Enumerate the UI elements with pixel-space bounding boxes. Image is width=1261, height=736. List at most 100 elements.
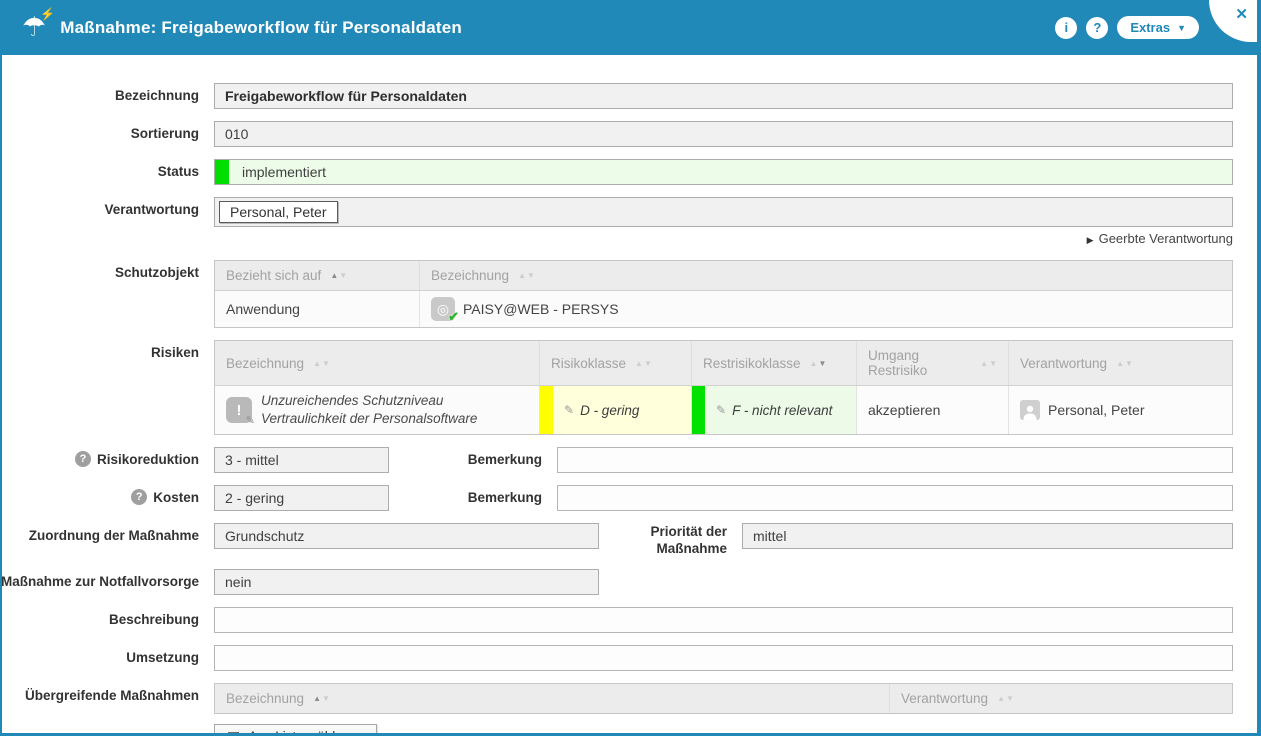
risiken-table-header: Bezeichnung ▲▼ Risikoklasse ▲▼ Restrisik… xyxy=(215,341,1232,385)
risiken-table-row[interactable]: ! ✎ Unzureichendes Schutzniveau Vertraul… xyxy=(215,385,1232,434)
help-circle-icon[interactable]: ? xyxy=(75,451,91,467)
help-icon[interactable]: ? xyxy=(1086,17,1108,39)
risk-verantwortung-cell: Personal, Peter xyxy=(1009,386,1232,434)
sort-desc-icon: ▼ xyxy=(527,271,535,280)
pencil-icon: ✎ xyxy=(246,414,255,427)
schutzobjekt-typ: Anwendung xyxy=(226,301,300,317)
choose-from-list-button[interactable]: ▤ Aus Liste wählen… xyxy=(214,724,377,736)
choose-from-list-label: Aus Liste wählen… xyxy=(248,729,364,736)
extras-button[interactable]: Extras ▼ xyxy=(1117,16,1199,39)
collapsed-arrow-icon: ▶ xyxy=(1087,235,1094,245)
bezeichnung-value: Freigabeworkflow für Personaldaten xyxy=(225,88,467,104)
risikoreduktion-label: Risikoreduktion xyxy=(97,452,199,467)
risk-name-cell: ! ✎ Unzureichendes Schutzniveau Vertraul… xyxy=(215,386,540,434)
page-title: Maßnahme: Freigabeworkflow für Personald… xyxy=(60,18,462,38)
uebergreifende-table: Bezeichnung ▲▼ Verantwortung ▲▼ xyxy=(214,683,1233,714)
uebergreifende-table-header: Bezeichnung ▲▼ Verantwortung ▲▼ xyxy=(215,684,1232,713)
kosten-field[interactable]: 2 - gering xyxy=(214,485,389,511)
sort-asc-icon: ▲ xyxy=(980,359,988,368)
title-bar-actions: i ? Extras ▼ xyxy=(1055,0,1199,55)
notfallvorsorge-field[interactable]: nein xyxy=(214,569,599,595)
risk-name[interactable]: Unzureichendes Schutzniveau Vertraulichk… xyxy=(261,392,528,428)
schutzobjekt-name[interactable]: PAISY@WEB - PERSYS xyxy=(463,301,619,317)
chevron-down-icon: ▼ xyxy=(1177,23,1186,33)
beschreibung-field[interactable] xyxy=(214,607,1233,633)
umsetzung-field[interactable] xyxy=(214,645,1233,671)
uebergreifende-row: Übergreifende Maßnahmen Bezeichnung ▲▼ V… xyxy=(2,683,1233,714)
risiken-col-risikoklasse[interactable]: Risikoklasse ▲▼ xyxy=(540,341,692,385)
kosten-bemerkung-field[interactable] xyxy=(557,485,1233,511)
schutzobjekt-col-bezeichnung[interactable]: Bezeichnung ▲▼ xyxy=(420,261,1232,290)
status-value: implementiert xyxy=(229,164,326,180)
zuordnung-value: Grundschutz xyxy=(225,528,304,544)
kosten-label-wrap: ? Kosten xyxy=(2,485,214,505)
risikoklasse-value: D - gering xyxy=(580,403,639,418)
verantwortung-chip[interactable]: Personal, Peter xyxy=(219,201,338,223)
restrisikoklasse-cell[interactable]: ✎ F - nicht relevant xyxy=(692,386,857,434)
risk-icon: ! ✎ xyxy=(226,397,252,423)
kosten-value: 2 - gering xyxy=(225,490,284,506)
extras-button-label: Extras xyxy=(1130,20,1170,35)
zuordnung-field[interactable]: Grundschutz xyxy=(214,523,599,549)
umgang-value: akzeptieren xyxy=(868,402,940,418)
umgang-cell: akzeptieren xyxy=(857,386,1009,434)
umsetzung-label: Umsetzung xyxy=(2,645,214,665)
risikoreduktion-bemerkung-field[interactable] xyxy=(557,447,1233,473)
schutzobjekt-table-row[interactable]: Anwendung ◎ ✔ PAISY@WEB - PERSYS xyxy=(215,290,1232,327)
bezeichnung-label: Bezeichnung xyxy=(2,83,214,103)
sort-icons[interactable]: ▲▼ xyxy=(810,359,827,368)
risikoreduktion-field[interactable]: 3 - mittel xyxy=(214,447,389,473)
bezeichnung-field[interactable]: Freigabeworkflow für Personaldaten xyxy=(214,83,1233,109)
application-icon: ◎ ✔ xyxy=(431,297,455,321)
status-field[interactable]: implementiert xyxy=(214,159,1233,185)
risiken-col-restrisikoklasse[interactable]: Restrisikoklasse ▲▼ xyxy=(692,341,857,385)
help-circle-icon[interactable]: ? xyxy=(131,489,147,505)
risiken-col-verantwortung[interactable]: Verantwortung ▲▼ xyxy=(1009,341,1232,385)
geerbte-verantwortung-link[interactable]: ▶Geerbte Verantwortung xyxy=(214,231,1233,246)
spacer xyxy=(2,231,214,236)
spacer xyxy=(2,724,214,729)
sort-desc-icon: ▼ xyxy=(1125,359,1133,368)
uebergreifende-col-verantwortung[interactable]: Verantwortung ▲▼ xyxy=(890,684,1232,713)
beschreibung-row: Beschreibung xyxy=(2,607,1233,633)
choose-from-list-row: ▤ Aus Liste wählen… xyxy=(2,724,1233,736)
notfallvorsorge-label: Maßnahme zur Notfallvorsorge xyxy=(2,569,214,589)
sort-icons[interactable]: ▲▼ xyxy=(980,359,997,368)
prioritaet-value: mittel xyxy=(753,528,786,544)
info-icon[interactable]: i xyxy=(1055,17,1077,39)
sort-icons[interactable]: ▲▼ xyxy=(313,359,330,368)
risikoklasse-cell[interactable]: ✎ D - gering xyxy=(540,386,692,434)
form-content: Bezeichnung Freigabeworkflow für Persona… xyxy=(2,55,1257,736)
col-label: Bezeichnung xyxy=(226,691,304,706)
risikoreduktion-bemerkung-label: Bemerkung xyxy=(389,447,557,467)
list-icon: ▤ xyxy=(227,728,240,736)
sortierung-field[interactable]: 010 xyxy=(214,121,1233,147)
sort-desc-icon: ▼ xyxy=(1006,694,1014,703)
col-label: Verantwortung xyxy=(1020,356,1107,371)
bezeichnung-row: Bezeichnung Freigabeworkflow für Persona… xyxy=(2,83,1233,109)
schutzobjekt-typ-cell: Anwendung xyxy=(215,291,420,327)
sort-icons[interactable]: ▲▼ xyxy=(313,694,330,703)
kosten-row: ? Kosten 2 - gering Bemerkung xyxy=(2,485,1233,511)
prioritaet-field[interactable]: mittel xyxy=(742,523,1233,549)
kosten-label: Kosten xyxy=(153,490,199,505)
schutzobjekt-col-bezieht[interactable]: Bezieht sich auf ▲▼ xyxy=(215,261,420,290)
notfallvorsorge-row: Maßnahme zur Notfallvorsorge nein xyxy=(2,569,1233,595)
verantwortung-field[interactable]: Personal, Peter xyxy=(214,197,1233,227)
sort-icons[interactable]: ▲▼ xyxy=(635,359,652,368)
verantwortung-row: Verantwortung Personal, Peter xyxy=(2,197,1233,227)
uebergreifende-col-bezeichnung[interactable]: Bezeichnung ▲▼ xyxy=(215,684,890,713)
sort-icons[interactable]: ▲▼ xyxy=(997,694,1014,703)
sort-desc-icon: ▼ xyxy=(339,271,347,280)
schutzobjekt-table-header: Bezieht sich auf ▲▼ Bezeichnung ▲▼ xyxy=(215,261,1232,290)
risiken-col-umgang[interactable]: Umgang Restrisiko ▲▼ xyxy=(857,341,1009,385)
verantwortung-label: Verantwortung xyxy=(2,197,214,217)
sort-icons[interactable]: ▲▼ xyxy=(330,271,347,280)
risiken-col-bezeichnung[interactable]: Bezeichnung ▲▼ xyxy=(215,341,540,385)
sort-icons[interactable]: ▲▼ xyxy=(518,271,535,280)
close-icon[interactable]: ✕ xyxy=(1235,5,1248,23)
status-color-block xyxy=(215,160,229,184)
sort-icons[interactable]: ▲▼ xyxy=(1116,359,1133,368)
zuordnung-row: Zuordnung der Maßnahme Grundschutz Prior… xyxy=(2,523,1233,556)
sort-asc-icon: ▲ xyxy=(997,694,1005,703)
